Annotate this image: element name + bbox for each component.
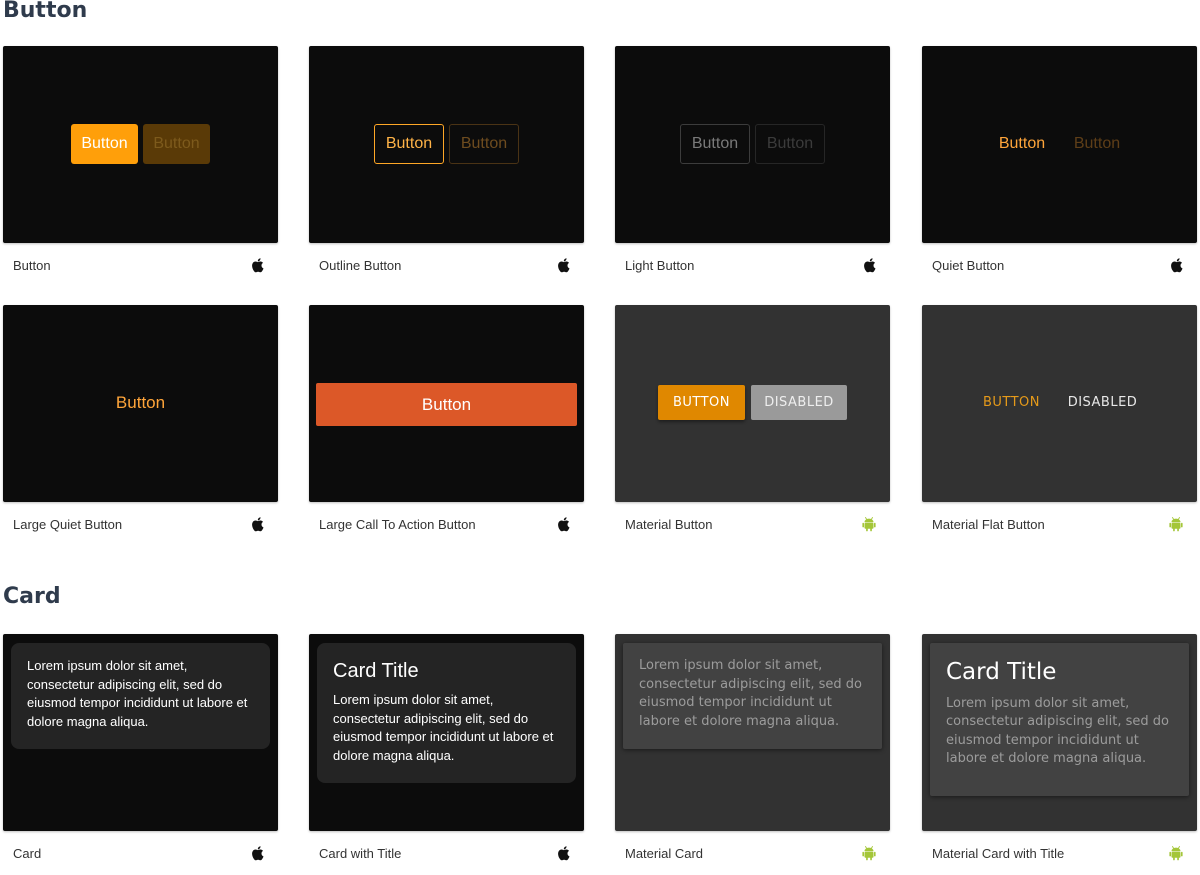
tile-caption: Material Button (615, 502, 890, 546)
card-body-text: Lorem ipsum dolor sit amet, consectetur … (946, 695, 1169, 767)
apple-icon (558, 846, 570, 861)
card-row-1: Lorem ipsum dolor sit amet, consectetur … (3, 634, 1197, 874)
tile-outline-button[interactable]: Button Button Outline Button (309, 46, 584, 287)
tile-quiet-button[interactable]: Button Button Quiet Button (922, 46, 1197, 287)
demo-button-disabled: Button (755, 123, 825, 164)
tile-preview[interactable]: Card Title Lorem ipsum dolor sit amet, c… (922, 634, 1197, 831)
tile-caption-label: Material Card with Title (932, 846, 1065, 861)
tile-preview[interactable]: BUTTON DISABLED (922, 305, 1197, 502)
android-icon (862, 846, 876, 861)
card-body-text: Lorem ipsum dolor sit amet, consectetur … (639, 658, 862, 729)
demo-button-primary: BUTTON (658, 385, 745, 420)
tile-caption: Large Call To Action Button (309, 502, 584, 546)
demo-button-primary: BUTTON (982, 395, 1041, 410)
demo-button-primary: Button (115, 392, 166, 412)
demo-card: Card Title Lorem ipsum dolor sit amet, c… (930, 643, 1189, 796)
card-title: Card Title (946, 659, 1057, 685)
tile-large-quiet-button[interactable]: Button Large Quiet Button (3, 305, 278, 546)
tile-light-button[interactable]: Button Button Light Button (615, 46, 890, 287)
card-title: Card Title (333, 660, 419, 682)
tile-button[interactable]: Button Button Button (3, 46, 278, 287)
demo-button-disabled: DISABLED (1067, 395, 1138, 410)
tile-caption-label: Material Flat Button (932, 517, 1045, 532)
tile-card-with-title[interactable]: Card Title Lorem ipsum dolor sit amet, c… (309, 634, 584, 875)
demo-card: Lorem ipsum dolor sit amet, consectetur … (11, 643, 270, 749)
tile-caption: Button (3, 243, 278, 287)
apple-icon (558, 258, 570, 273)
tile-material-card-with-title[interactable]: Card Title Lorem ipsum dolor sit amet, c… (922, 634, 1197, 875)
apple-icon (252, 517, 264, 532)
tile-material-flat-button[interactable]: BUTTON DISABLED Material Flat Button (922, 305, 1197, 546)
button-row-1: Button Button Button Button Button Outli… (3, 46, 1197, 286)
tile-caption-label: Large Quiet Button (13, 517, 123, 532)
demo-button-disabled: Button (1073, 134, 1121, 152)
tile-caption-label: Outline Button (319, 258, 402, 273)
section-title-button: Button (3, 0, 88, 23)
demo-card: Lorem ipsum dolor sit amet, consectetur … (623, 643, 882, 749)
tile-preview[interactable]: Button Button (309, 46, 584, 243)
tile-card[interactable]: Lorem ipsum dolor sit amet, consectetur … (3, 634, 278, 875)
tile-caption: Light Button (615, 243, 890, 287)
demo-button-primary: Button (998, 134, 1046, 152)
tile-caption-label: Quiet Button (932, 258, 1005, 273)
card-body-text: Lorem ipsum dolor sit amet, consectetur … (333, 692, 554, 763)
demo-button-primary: Button (680, 123, 750, 164)
android-icon (1169, 846, 1183, 861)
tile-material-button[interactable]: BUTTON DISABLED Material Button (615, 305, 890, 546)
apple-icon (558, 517, 570, 532)
button-row-2: Button Large Quiet Button Button Large C… (3, 305, 1197, 545)
tile-preview[interactable]: Card Title Lorem ipsum dolor sit amet, c… (309, 634, 584, 831)
tile-caption: Card (3, 831, 278, 875)
tile-caption: Material Card (615, 831, 890, 875)
tile-caption: Card with Title (309, 831, 584, 875)
tile-caption-label: Card (13, 846, 42, 861)
demo-card: Card Title Lorem ipsum dolor sit amet, c… (317, 643, 576, 783)
demo-button-primary: Button (71, 123, 138, 164)
demo-button-primary: Button (374, 123, 444, 164)
tile-preview[interactable]: BUTTON DISABLED (615, 305, 890, 502)
tile-caption: Outline Button (309, 243, 584, 287)
tile-caption: Material Flat Button (922, 502, 1197, 546)
tile-caption-label: Card with Title (319, 846, 402, 861)
tile-preview[interactable]: Lorem ipsum dolor sit amet, consectetur … (3, 634, 278, 831)
tile-preview[interactable]: Button (3, 305, 278, 502)
apple-icon (1171, 258, 1183, 273)
tile-caption-label: Material Button (625, 517, 713, 532)
tile-caption: Quiet Button (922, 243, 1197, 287)
tile-caption-label: Light Button (625, 258, 695, 273)
section-title-card: Card (3, 584, 61, 609)
tile-preview[interactable]: Button Button (615, 46, 890, 243)
demo-button-disabled: Button (143, 123, 210, 164)
tile-caption-label: Material Card (625, 846, 704, 861)
tile-caption: Material Card with Title (922, 831, 1197, 875)
tile-large-cta-button[interactable]: Button Large Call To Action Button (309, 305, 584, 546)
tile-preview[interactable]: Button Button (3, 46, 278, 243)
tile-preview[interactable]: Button Button (922, 46, 1197, 243)
demo-button-disabled: Button (449, 123, 519, 164)
tile-preview[interactable]: Lorem ipsum dolor sit amet, consectetur … (615, 634, 890, 831)
android-icon (1169, 517, 1183, 532)
tile-preview[interactable]: Button (309, 305, 584, 502)
demo-cta-button: Button (316, 383, 577, 426)
android-icon (862, 517, 876, 532)
tile-caption-label: Large Call To Action Button (319, 517, 476, 532)
apple-icon (252, 846, 264, 861)
card-body-text: Lorem ipsum dolor sit amet, consectetur … (27, 658, 248, 729)
tile-caption: Large Quiet Button (3, 502, 278, 546)
apple-icon (252, 258, 264, 273)
tile-material-card[interactable]: Lorem ipsum dolor sit amet, consectetur … (615, 634, 890, 875)
apple-icon (864, 258, 876, 273)
tile-caption-label: Button (13, 258, 51, 273)
demo-button-disabled: DISABLED (751, 385, 847, 420)
